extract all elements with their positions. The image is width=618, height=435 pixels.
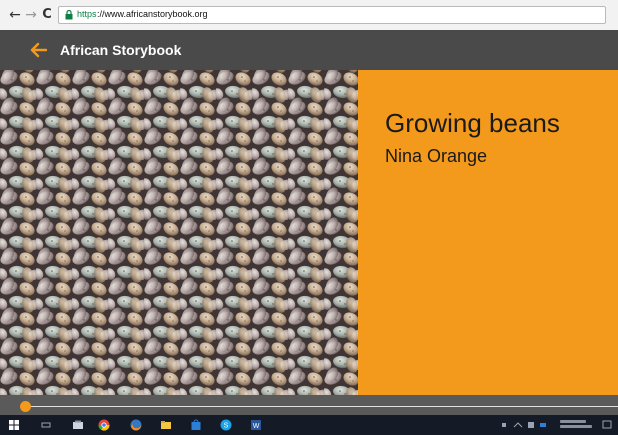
url-host: ://www.africanstorybook.org [97,9,208,19]
task-view-icon[interactable] [72,419,84,431]
word-icon[interactable]: W [250,419,262,431]
back-arrow-icon[interactable] [30,42,47,58]
page-slider[interactable] [0,395,618,415]
firefox-icon[interactable] [130,419,142,431]
beans-photo [0,70,358,395]
slider-handle[interactable] [20,401,31,412]
svg-text:S: S [224,423,229,430]
address-bar[interactable]: https ://www.africanstorybook.org [58,6,606,24]
notification-icon[interactable] [602,420,612,430]
start-icon[interactable] [8,419,20,431]
cover-image [0,70,358,395]
slider-track[interactable] [25,406,618,407]
browser-toolbar: ← → C https ://www.africanstorybook.org [0,0,618,31]
url-scheme: https [77,9,97,19]
file-explorer-icon[interactable] [160,419,172,431]
chrome-icon[interactable] [98,419,110,431]
back-button[interactable]: ← [8,8,22,22]
store-icon[interactable] [190,419,202,431]
reload-button[interactable]: C [40,8,54,22]
svg-text:W: W [253,423,260,430]
forward-button[interactable]: → [24,8,38,22]
app-header: African Storybook [0,30,618,70]
lock-icon [65,10,73,20]
app-title: African Storybook [60,42,182,58]
cover-title-panel: Growing beans Nina Orange [358,70,618,395]
system-tray-icons[interactable] [500,421,550,429]
taskbar-clock[interactable] [560,418,594,432]
story-title: Growing beans [385,108,560,138]
story-author: Nina Orange [385,146,488,166]
taskbar: S W [0,415,618,435]
story-cover[interactable]: Growing beans Nina Orange [0,70,618,395]
skype-icon[interactable]: S [220,419,232,431]
search-icon[interactable] [40,419,52,431]
